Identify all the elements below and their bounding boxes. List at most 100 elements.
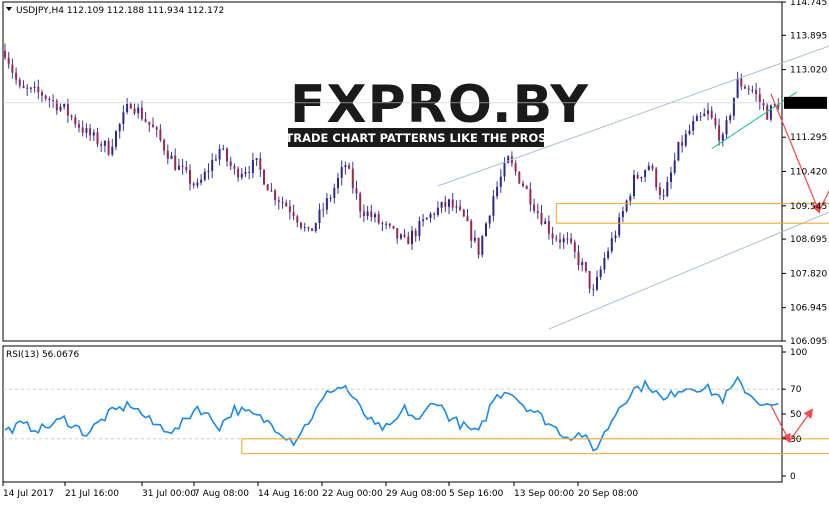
candle-body: [418, 220, 421, 237]
candle-body: [296, 216, 299, 223]
candle-body: [292, 211, 295, 217]
candle-body: [322, 209, 325, 211]
candle-body: [329, 197, 332, 199]
candle-body: [492, 196, 495, 216]
candle-body: [592, 288, 595, 290]
candle-body: [29, 87, 32, 89]
candle-body: [115, 131, 117, 147]
candle-body: [11, 64, 14, 73]
candle-body: [374, 214, 376, 218]
candle-body: [33, 86, 36, 88]
candle-body: [536, 210, 539, 213]
candle-body: [174, 155, 177, 170]
candle-body: [581, 262, 584, 266]
rsi-tick-label: 0: [790, 472, 796, 482]
candle-body: [255, 158, 258, 161]
x-tick-label: 5 Sep 16:00: [449, 489, 504, 499]
candle-body: [237, 168, 240, 178]
candle-body: [311, 228, 314, 232]
x-tick-label: 14 Jul 2017: [3, 489, 54, 499]
candle-body: [740, 78, 743, 87]
y-tick-label: 110.420: [790, 168, 827, 178]
candle-body: [573, 242, 576, 252]
candle-body: [503, 163, 506, 177]
candle-body: [303, 227, 306, 229]
candle-body: [758, 94, 761, 103]
candle-body: [692, 120, 695, 131]
candle-body: [203, 171, 206, 180]
candle-body: [547, 221, 550, 234]
x-tick-label: 7 Aug 08:00: [194, 489, 249, 499]
candle-body: [259, 158, 262, 170]
candle-body: [359, 193, 362, 212]
candle-body: [444, 201, 447, 207]
candle-body: [370, 211, 373, 218]
candle-body: [229, 161, 232, 167]
candle-body: [566, 238, 569, 240]
x-tick-label: 31 Jul 00:00: [142, 489, 196, 499]
fxpro-logo: FXPRO.BYTRADE CHART PATTERNS LIKE THE PR…: [285, 75, 589, 147]
candle-body: [144, 119, 147, 122]
rsi-tick-label: 70: [790, 385, 802, 395]
candle-body: [555, 238, 558, 240]
candle-body: [699, 116, 702, 118]
candle-body: [89, 128, 92, 136]
candle-body: [736, 78, 739, 98]
candle-body: [751, 89, 754, 91]
candle-body: [673, 160, 676, 173]
candle-body: [52, 100, 55, 102]
chart: FXPRO.BY TRADE CHART PATTERNS LIKE THE PR…: [0, 0, 829, 504]
candle-body: [744, 86, 746, 89]
candle-body: [233, 166, 236, 169]
candle-body: [81, 127, 84, 133]
price-forecast-arrow: [818, 189, 829, 212]
candle-body: [377, 214, 380, 224]
candle-body: [529, 188, 532, 205]
y-tick-label: 111.295: [790, 133, 827, 143]
candle-body: [388, 223, 391, 226]
candle-body: [466, 216, 469, 221]
candle-body: [496, 186, 499, 197]
candle-body: [266, 184, 269, 191]
candle-body: [411, 230, 413, 245]
candle-body: [281, 201, 284, 203]
candle-body: [155, 127, 158, 130]
candle-body: [707, 110, 709, 114]
candle-body: [662, 195, 665, 197]
candle-body: [166, 150, 169, 159]
candle-body: [103, 140, 106, 146]
candle-body: [684, 133, 687, 146]
candle-body: [251, 160, 254, 173]
candle-body: [185, 167, 188, 170]
candle-body: [78, 124, 80, 128]
candle-body: [366, 211, 369, 216]
candle-body: [122, 112, 125, 124]
x-tick-label: 20 Sep 08:00: [578, 489, 638, 499]
logo-tagline-text: TRADE CHART PATTERNS LIKE THE PROS: [285, 131, 546, 145]
candle-body: [633, 174, 635, 197]
candle-body: [422, 219, 425, 221]
candle-body: [44, 95, 47, 99]
rsi-tick-label: 100: [790, 348, 807, 358]
candle-body: [596, 277, 598, 290]
candle-body: [381, 223, 384, 225]
candle-body: [666, 181, 669, 197]
candle-body: [177, 165, 180, 170]
candle-body: [133, 108, 136, 114]
rsi-panel-frame: [2, 345, 783, 483]
candle-body: [610, 238, 613, 252]
candle-body: [533, 204, 536, 211]
candle-body: [725, 120, 728, 135]
rsi-tick-label: 30: [790, 435, 802, 445]
candle-body: [625, 200, 628, 212]
candle-body: [92, 132, 95, 136]
logo-brand-text: FXPRO.BY: [290, 75, 589, 135]
candle-body: [647, 165, 650, 171]
candle-body: [618, 217, 621, 236]
candle-body: [584, 262, 587, 271]
x-tick-label: 14 Aug 16:00: [258, 489, 319, 499]
candle-body: [22, 85, 25, 88]
candle-body: [18, 79, 21, 86]
candle-body: [729, 115, 732, 121]
candle-body: [15, 72, 18, 80]
